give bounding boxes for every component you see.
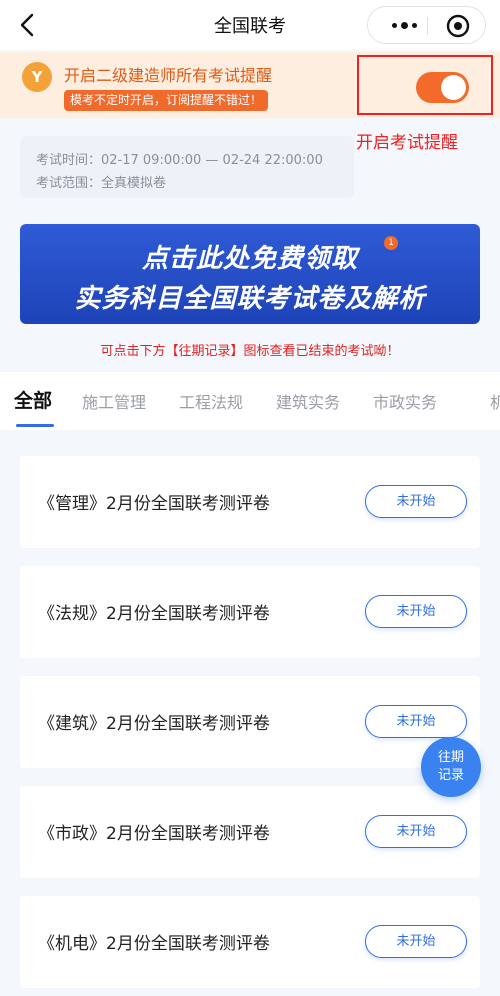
history-notice: 可点击下方【往期记录】图标查看已结束的考试呦！	[100, 344, 400, 359]
status-button[interactable]: 未开始	[365, 925, 467, 958]
tab-building-practice[interactable]: 建筑实务	[276, 389, 340, 413]
list-item[interactable]: 《管理》2月份全国联考测评卷 未开始	[20, 456, 480, 548]
exam-title: 《建筑》2月份全国联考测评卷	[38, 714, 270, 734]
tab-engineering-law[interactable]: 工程法规	[179, 389, 243, 413]
capsule-divider	[427, 17, 428, 35]
reminder-annotation: 开启考试提醒	[356, 133, 458, 153]
nav-bar: 全国联考	[0, 0, 500, 50]
reminder-title: 开启二级建造师所有考试提醒	[64, 66, 273, 85]
history-label-line-2: 记录	[437, 768, 464, 783]
reminder-subtitle-badge: 模考不定时开启，订阅提醒不错过！	[64, 90, 269, 111]
exam-title: 《管理》2月份全国联考测评卷	[38, 494, 270, 514]
brand-logo-icon: Y	[22, 62, 52, 92]
exam-title: 《市政》2月份全国联考测评卷	[38, 824, 270, 844]
reminder-toggle[interactable]	[416, 72, 469, 103]
list-item[interactable]: 《市政》2月份全国联考测评卷 未开始	[20, 786, 480, 878]
status-button[interactable]: 未开始	[365, 595, 467, 628]
tab-all[interactable]: 全部	[14, 386, 52, 413]
promo-banner[interactable]: 点击此处免费领取 1 实务科目全国联考试卷及解析	[20, 224, 480, 324]
category-tabs: 全部 施工管理 工程法规 建筑实务 市政实务 机	[0, 372, 500, 430]
list-item[interactable]: 《建筑》2月份全国联考测评卷 未开始	[20, 676, 480, 768]
list-item[interactable]: 《法规》2月份全国联考测评卷 未开始	[20, 566, 480, 658]
status-button[interactable]: 未开始	[365, 815, 467, 848]
list-item[interactable]: 《机电》2月份全国联考测评卷 未开始	[20, 896, 480, 988]
banner-badge: 1	[384, 236, 398, 250]
banner-line-1: 点击此处免费领取	[141, 244, 358, 274]
banner-line-2: 实务科目全国联考试卷及解析	[74, 284, 426, 314]
tab-mechanical-electrical[interactable]: 机	[490, 389, 500, 413]
history-records-button[interactable]: 往期 记录	[421, 737, 481, 797]
exam-info-card: 考试时间：02-17 09:00:00 — 02-24 22:00:00 考试范…	[20, 136, 354, 198]
more-icon[interactable]	[384, 15, 424, 35]
status-button[interactable]: 未开始	[365, 705, 467, 738]
history-label-line-1: 往期	[437, 750, 464, 765]
exam-time: 考试时间：02-17 09:00:00 — 02-24 22:00:00	[36, 153, 323, 168]
exam-title: 《法规》2月份全国联考测评卷	[38, 604, 270, 624]
status-button[interactable]: 未开始	[365, 485, 467, 518]
tab-construction-management[interactable]: 施工管理	[82, 389, 146, 413]
tab-municipal-practice[interactable]: 市政实务	[373, 389, 437, 413]
toggle-knob	[441, 75, 466, 100]
exam-title: 《机电》2月份全国联考测评卷	[38, 934, 270, 954]
close-target-icon[interactable]	[446, 14, 470, 38]
mini-program-capsule	[367, 6, 486, 44]
active-tab-indicator	[16, 424, 54, 427]
exam-scope: 考试范围：全真模拟卷	[36, 176, 167, 191]
